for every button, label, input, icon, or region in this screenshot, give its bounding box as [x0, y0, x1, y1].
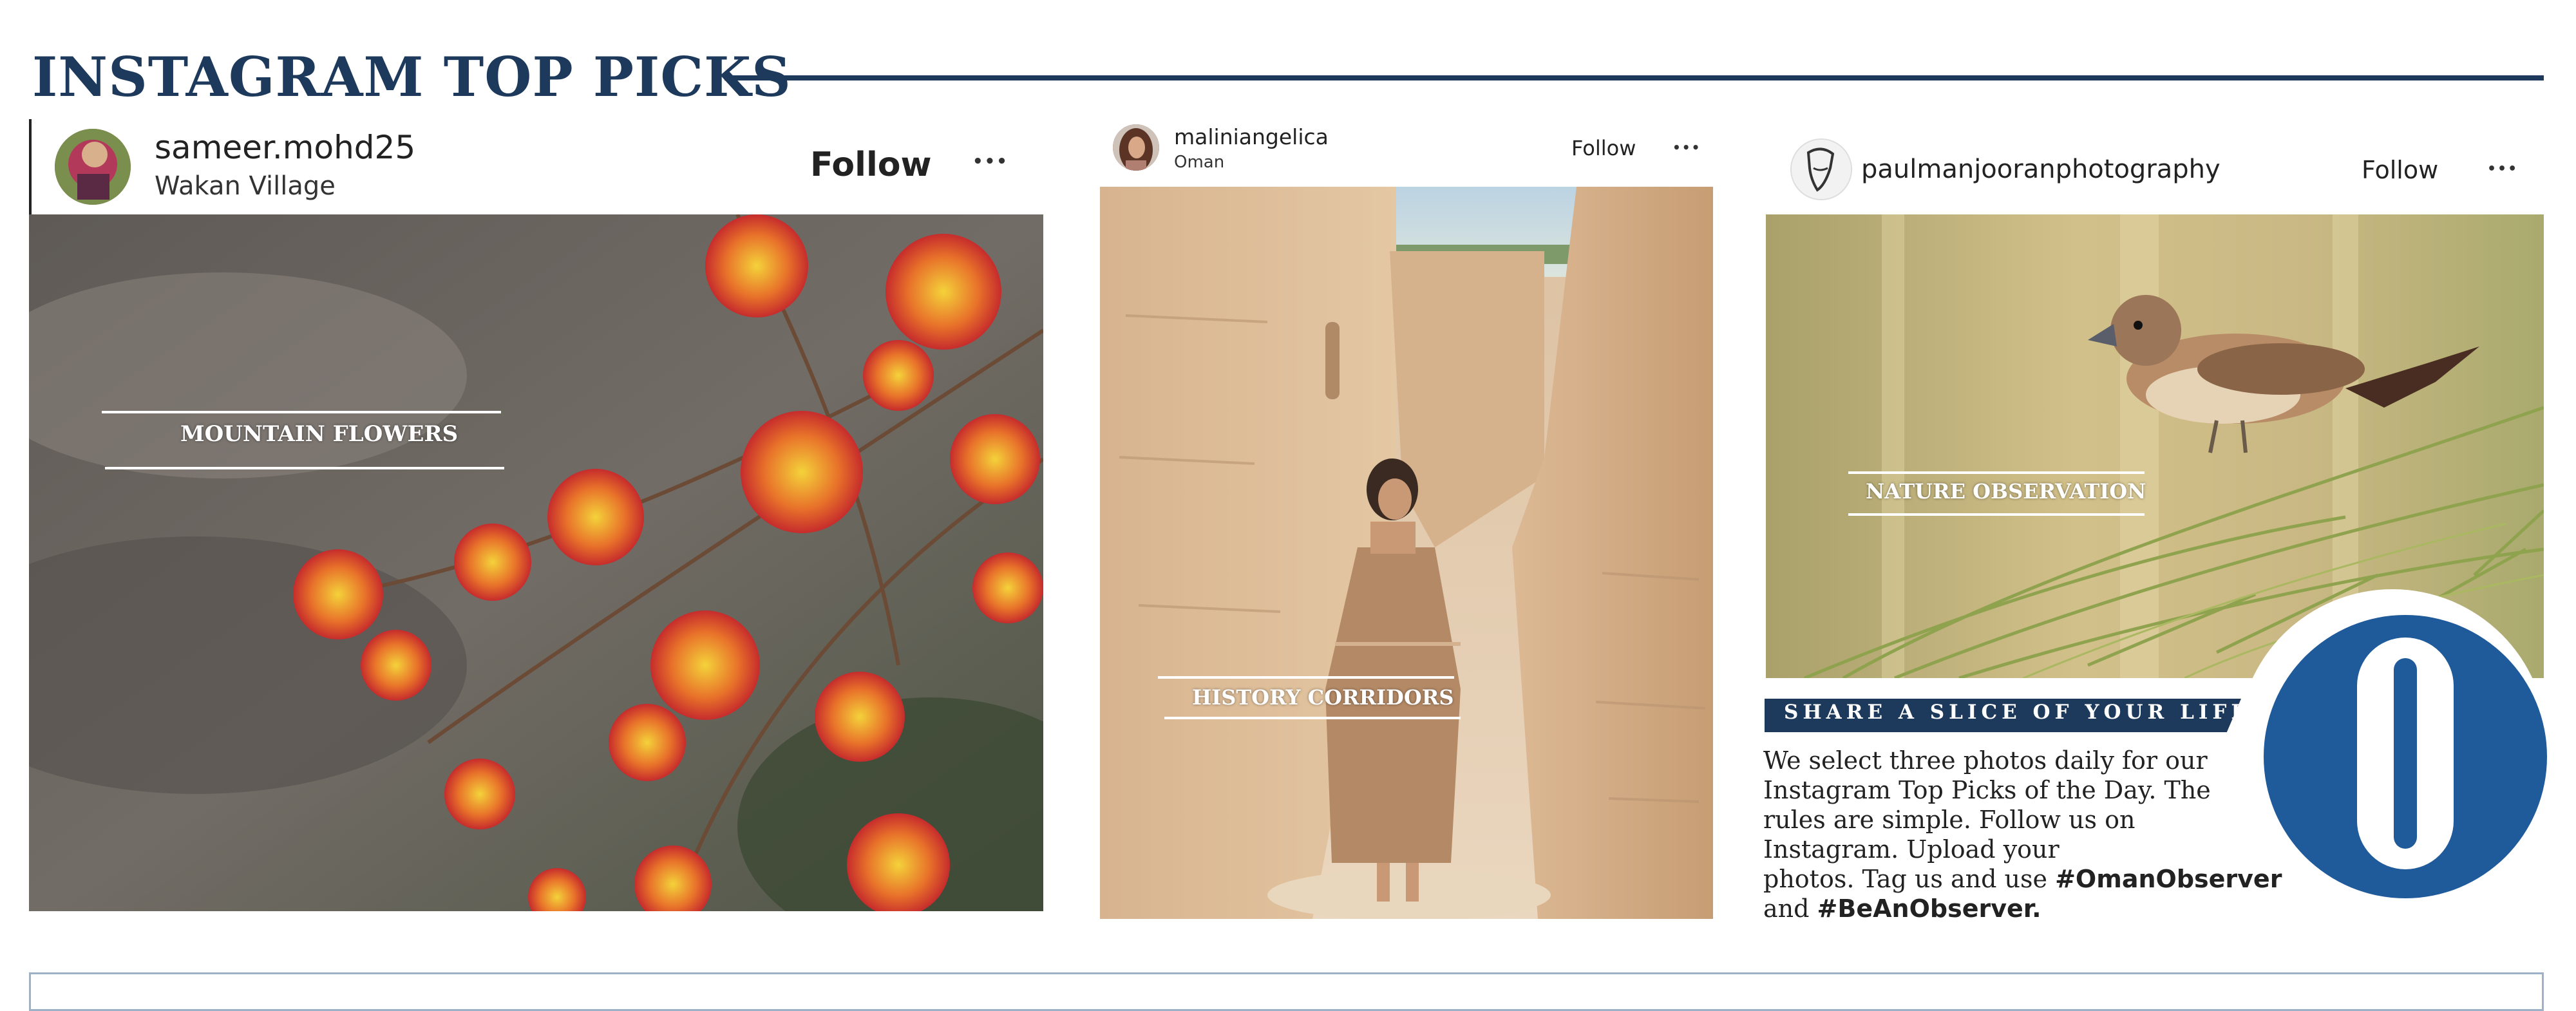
post-2-caption: HISTORY CORRIDORS [1192, 685, 1454, 710]
post-1-location[interactable]: Wakan Village [155, 171, 336, 201]
post-3-caption-rule-bottom [1848, 513, 2145, 516]
post-2-follow-button[interactable]: Follow [1571, 136, 1636, 160]
post-1-caption-rule-bottom [105, 467, 504, 469]
post-3-caption-rule-top [1848, 471, 2145, 474]
share-line-6-text: and [1763, 894, 1817, 923]
post-1-follow-button[interactable]: Follow [810, 146, 932, 184]
hashtag-oman-observer[interactable]: #OmanObserver [2055, 865, 2282, 893]
post-1-caption-rule-top [102, 411, 501, 413]
title-rule [724, 75, 2544, 80]
post-2-avatar[interactable] [1113, 124, 1159, 171]
share-line-3: rules are simple. Follow us on [1763, 806, 2136, 834]
post-1-header-edge [29, 119, 32, 214]
post-3-more-icon[interactable]: ••• [2487, 161, 2518, 177]
post-3-follow-button[interactable]: Follow [2362, 156, 2438, 184]
post-1-more-icon[interactable]: ••• [972, 152, 1009, 171]
share-line-6: and #BeAnObserver. [1763, 894, 2266, 923]
post-1-avatar[interactable] [55, 129, 131, 205]
post-3-caption: NATURE OBSERVATION [1866, 479, 2146, 504]
share-line-1: We select three photos daily for our [1763, 746, 2208, 775]
share-description: We select three photos daily for our Ins… [1763, 746, 2282, 923]
share-banner-text: SHARE A SLICE OF YOUR LIFE [1784, 701, 2251, 724]
history-corridors-image [1100, 187, 1713, 919]
post-2-caption-rule-bottom [1164, 717, 1461, 719]
post-1-caption: MOUNTAIN FLOWERS [180, 421, 459, 447]
logo-letter-o-counter [2394, 658, 2417, 849]
post-1-username[interactable]: sameer.mohd25 [155, 129, 415, 166]
post-3-username[interactable]: paulmanjooranphotography [1861, 155, 2221, 184]
avatar-image [55, 129, 131, 205]
post-2-caption-rule-top [1158, 676, 1454, 679]
mountain-flowers-image [29, 214, 1043, 911]
share-line-5: photos. Tag us and use #OmanObserver [1763, 864, 2282, 894]
share-line-4: Instagram. Upload your [1763, 835, 2060, 864]
hashtag-be-an-observer[interactable]: #BeAnObserver. [1817, 894, 2041, 923]
post-3-avatar[interactable] [1790, 138, 1852, 200]
post-2-photo [1100, 187, 1713, 919]
post-2-username[interactable]: maliniangelica [1174, 124, 1329, 149]
page-title: INSTAGRAM TOP PICKS [32, 45, 791, 109]
next-section-frame [29, 972, 2544, 1011]
post-2-location[interactable]: Oman [1174, 153, 1224, 172]
share-line-2: Instagram Top Picks of the Day. The [1763, 776, 2211, 804]
share-line-5-text: photos. Tag us and use [1763, 865, 2056, 893]
post-1-photo [29, 214, 1043, 911]
avatar-image [1792, 140, 1851, 199]
post-2-more-icon[interactable]: ••• [1672, 140, 1701, 155]
avatar-image [1113, 124, 1159, 171]
